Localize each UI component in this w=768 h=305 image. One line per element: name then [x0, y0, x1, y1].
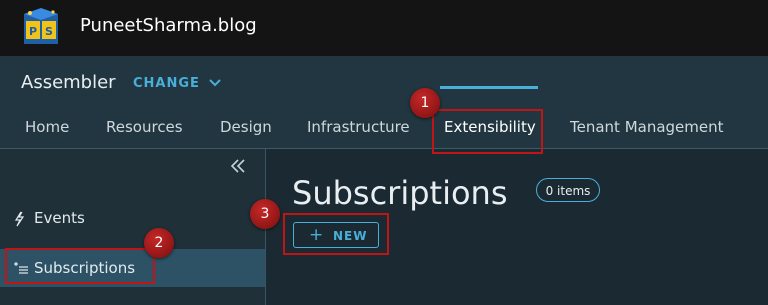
- svg-text:P: P: [29, 25, 37, 38]
- tab-resources[interactable]: Resources: [106, 118, 183, 136]
- change-button[interactable]: CHANGE: [133, 76, 221, 91]
- ps-logo-icon[interactable]: P S: [22, 8, 60, 46]
- tab-home[interactable]: Home: [25, 118, 69, 136]
- sidebar-item-events[interactable]: Events: [0, 199, 265, 237]
- chevron-down-icon: [209, 79, 221, 87]
- change-label: CHANGE: [133, 76, 200, 91]
- tab-infrastructure[interactable]: Infrastructure: [307, 118, 410, 136]
- active-tab-indicator: [440, 86, 538, 89]
- highlight-box-new: [283, 213, 389, 255]
- item-count-badge: 0 items: [536, 178, 600, 202]
- sidebar-item-label: Events: [34, 209, 85, 227]
- svg-text:S: S: [45, 25, 53, 38]
- highlight-box-extensibility: [432, 109, 543, 154]
- tab-tenant-management[interactable]: Tenant Management: [570, 118, 724, 136]
- highlight-box-subscriptions: [5, 248, 155, 284]
- annotation-marker-1: 1: [410, 88, 440, 118]
- main-nav: Home Resources Design Infrastructure Ext…: [0, 116, 768, 148]
- annotation-marker-3: 3: [250, 199, 280, 229]
- lightning-icon: [13, 211, 25, 231]
- annotation-marker-2: 2: [144, 228, 174, 258]
- top-bar: P S PuneetSharma.blog: [0, 0, 768, 56]
- site-name[interactable]: PuneetSharma.blog: [80, 15, 257, 36]
- page-title: Subscriptions: [292, 174, 508, 212]
- double-chevron-left-icon[interactable]: [230, 157, 246, 180]
- tab-design[interactable]: Design: [220, 118, 272, 136]
- app-title: Assembler: [21, 72, 116, 93]
- app-header: Assembler CHANGE Home Resources Design I…: [0, 56, 768, 148]
